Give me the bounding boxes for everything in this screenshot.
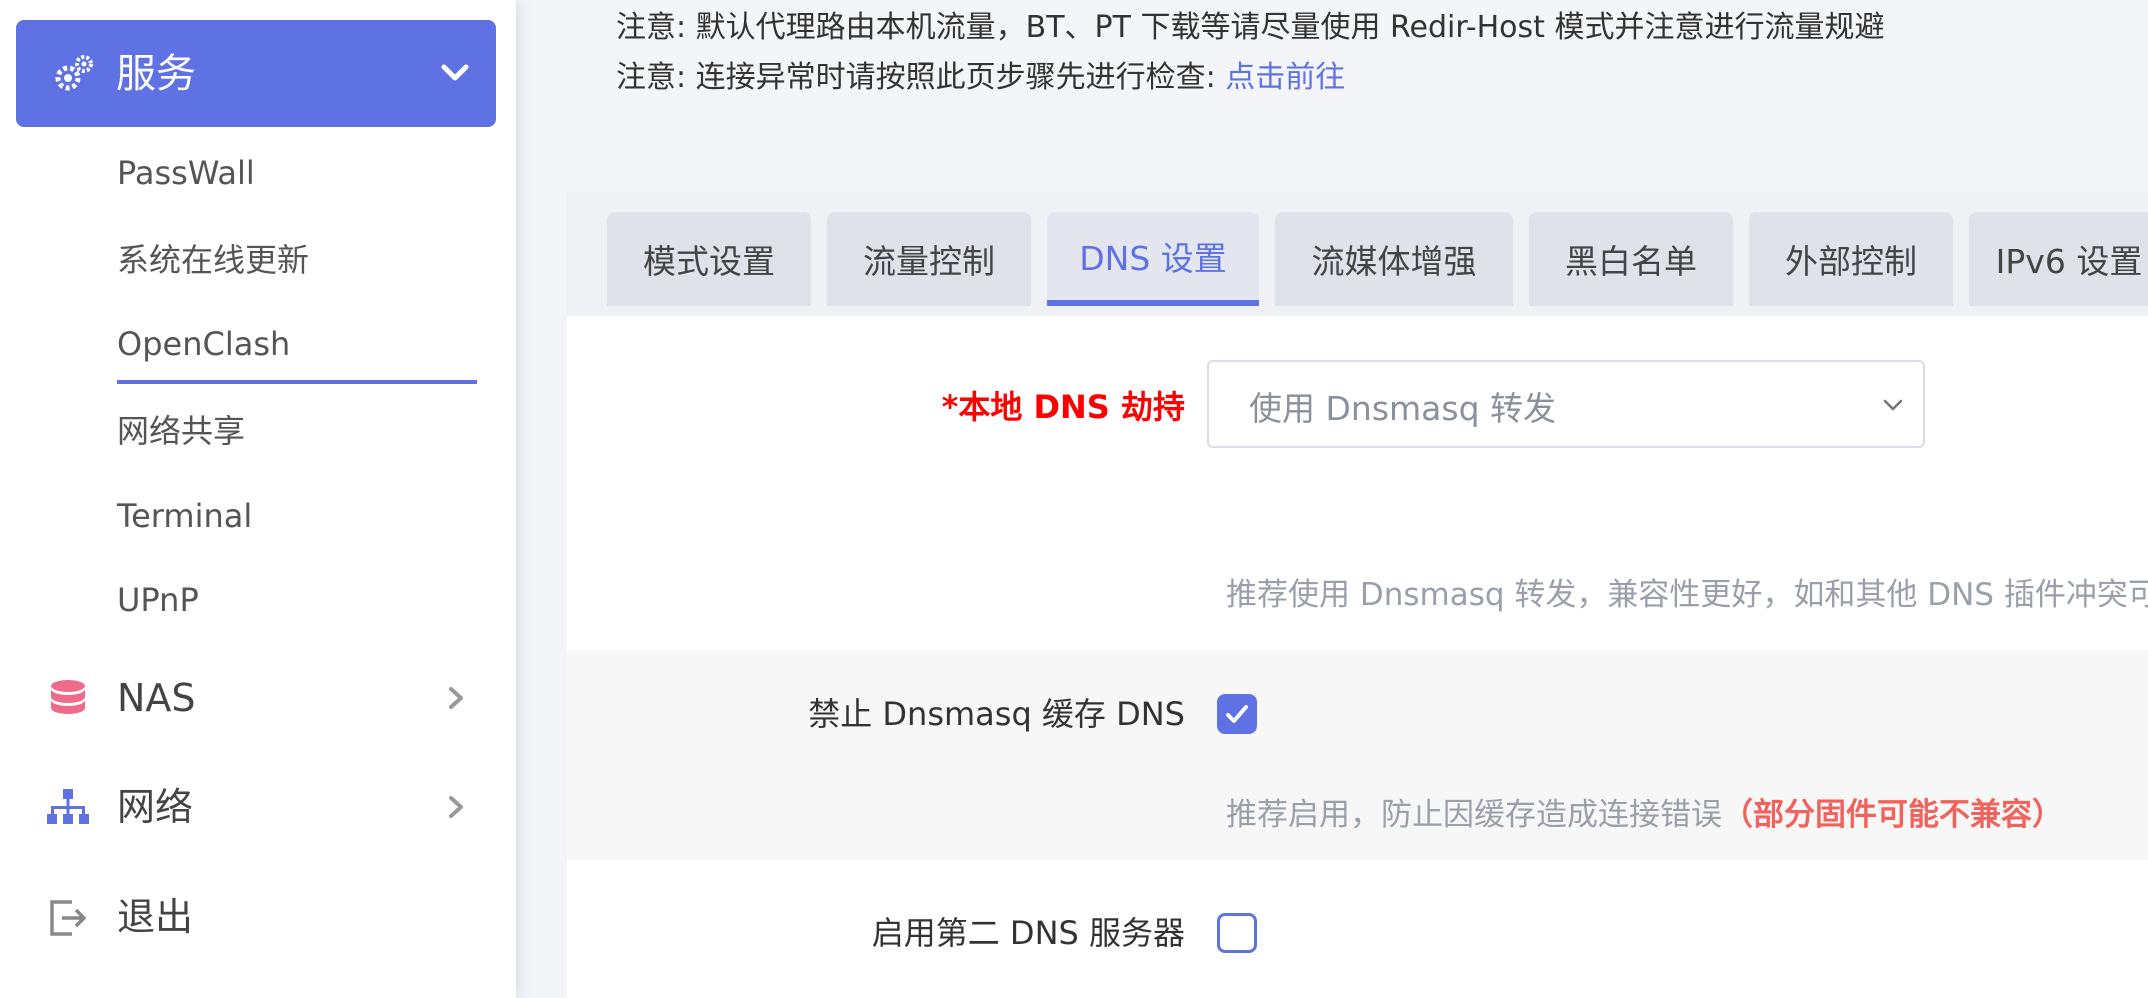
dns-hijack-value: 使用 Dnsmasq 转发 <box>1249 389 1557 428</box>
tab-ipv6-settings[interactable]: IPv6 设置 <box>1969 212 2148 306</box>
menu-logout[interactable]: 退出 <box>0 878 516 958</box>
menu-network-label: 网络 <box>117 785 194 829</box>
disable-cache-hint: 推荐启用，防止因缓存造成连接错误（部分固件可能不兼容） <box>1226 789 2063 834</box>
disable-cache-label: 禁止 Dnsmasq 缓存 DNS <box>808 695 1185 733</box>
notice-line-2-text: 注意: 连接异常时请按照此页步骤先进行检查: <box>616 60 1226 95</box>
sidebar-item-openclash[interactable]: OpenClash <box>117 322 290 366</box>
troubleshoot-link[interactable]: 点击前往 <box>1225 60 1345 95</box>
gears-icon <box>55 55 93 91</box>
second-dns-checkbox[interactable] <box>1217 913 1257 953</box>
sidebar-item-network-share[interactable]: 网络共享 <box>117 409 245 453</box>
menu-services-label: 服务 <box>116 51 196 97</box>
second-dns-label: 启用第二 DNS 服务器 <box>871 914 1185 952</box>
disable-cache-checkbox[interactable] <box>1217 694 1257 734</box>
menu-network[interactable]: 网络 <box>0 768 516 848</box>
logout-icon <box>50 900 86 936</box>
tab-bar: 模式设置 流量控制 DNS 设置 流媒体增强 黑白名单 外部控制 IPv6 设置 <box>567 192 2148 316</box>
dns-hijack-select[interactable]: 使用 Dnsmasq 转发 <box>1207 360 1925 448</box>
dns-hijack-label: *本地 DNS 劫持 <box>941 388 1185 426</box>
settings-card: 模式设置 流量控制 DNS 设置 流媒体增强 黑白名单 外部控制 IPv6 设置… <box>567 192 2148 998</box>
selected-item-indicator <box>117 380 477 384</box>
tab-traffic-control[interactable]: 流量控制 <box>827 212 1031 306</box>
tab-dns-settings[interactable]: DNS 设置 <box>1047 212 1259 306</box>
network-icon <box>47 789 89 824</box>
chevron-down-icon <box>1883 399 1903 411</box>
database-icon <box>51 680 85 714</box>
chevron-right-icon <box>449 796 463 818</box>
disable-cache-hint-text: 推荐启用，防止因缓存造成连接错误 <box>1226 797 1722 833</box>
tab-mode-settings[interactable]: 模式设置 <box>607 212 811 306</box>
chevron-right-icon <box>449 687 463 709</box>
dns-hijack-hint: 推荐使用 Dnsmasq 转发，兼容性更好，如和其他 DNS 插件冲突可 <box>1226 577 2148 613</box>
chevron-down-icon <box>441 64 469 81</box>
sidebar-item-system-update[interactable]: 系统在线更新 <box>117 238 309 282</box>
tab-streaming[interactable]: 流媒体增强 <box>1275 212 1513 306</box>
sidebar: 服务 PassWall 系统在线更新 OpenClash 网络共享 Termin… <box>0 0 516 998</box>
notice-line-1: 注意: 默认代理路由本机流量，BT、PT 下载等请尽量使用 Redir-Host… <box>616 10 1885 45</box>
menu-services[interactable]: 服务 <box>16 20 496 127</box>
menu-nas-label: NAS <box>117 676 196 720</box>
sidebar-item-passwall[interactable]: PassWall <box>117 151 255 195</box>
menu-logout-label: 退出 <box>117 895 194 939</box>
tab-external-control[interactable]: 外部控制 <box>1749 212 1953 306</box>
checkmark-icon <box>1226 705 1248 723</box>
notice-line-2: 注意: 连接异常时请按照此页步骤先进行检查: 点击前往 <box>616 56 1345 100</box>
tab-blacklist-whitelist[interactable]: 黑白名单 <box>1529 212 1733 306</box>
sidebar-item-terminal[interactable]: Terminal <box>117 494 252 538</box>
menu-nas[interactable]: NAS <box>0 659 516 739</box>
disable-cache-warning: （部分固件可能不兼容） <box>1722 797 2063 833</box>
sidebar-item-upnp[interactable]: UPnP <box>117 578 199 622</box>
